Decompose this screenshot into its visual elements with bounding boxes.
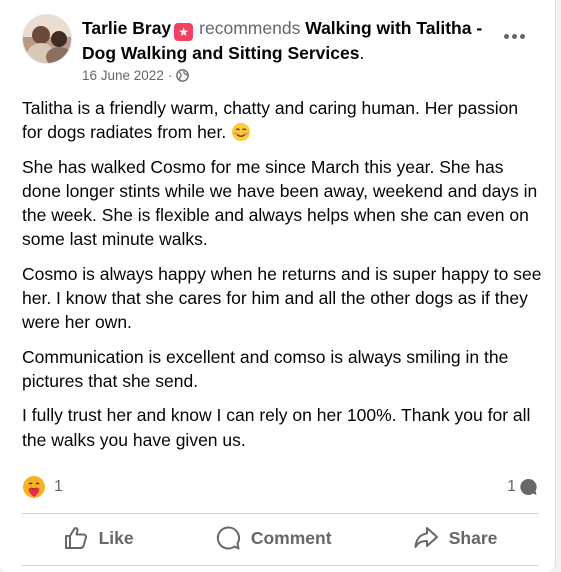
paragraph-1: Talitha is a friendly warm, chatty and c… [22, 98, 519, 143]
reaction-count: 1 [54, 478, 63, 495]
share-label: Share [448, 527, 498, 548]
comment-bubble-icon [520, 478, 537, 495]
author-name[interactable]: Tarlie Bray [82, 18, 171, 38]
post-actions-bar: Like Comment Share [22, 516, 538, 560]
recommendation-post-card: Tarlie Bray ★ recommends Walking with Tali… [0, 0, 556, 572]
paragraph-4: Communication is excellent and comso is … [22, 346, 509, 391]
comment-count: 1 [507, 478, 516, 495]
header-period: . [359, 43, 365, 63]
share-arrow-icon [414, 527, 438, 548]
share-button[interactable]: Share [399, 519, 512, 557]
like-label: Like [98, 527, 134, 548]
bottom-divider [22, 565, 538, 566]
comment-label: Comment [250, 527, 332, 548]
meta-separator: · [167, 68, 173, 83]
paragraph-5: I fully trust her and know I can rely on… [22, 405, 531, 450]
paragraph-3: Cosmo is always happy when he returns an… [22, 263, 542, 333]
paragraph-2: She has walked Cosmo for me since March … [22, 156, 538, 250]
thumbs-up-icon [64, 527, 87, 549]
author-avatar[interactable] [22, 14, 72, 64]
post-meta: 16 June 2022 · [82, 68, 190, 83]
smiling-face-icon [232, 123, 251, 142]
comment-icon [216, 526, 240, 550]
recommends-label: recommends [199, 18, 301, 38]
post-header: Tarlie Bray ★ recommends Walking with Tali… [82, 16, 502, 65]
reactions-row: 1 1 [22, 474, 538, 500]
post-date[interactable]: 16 June 2022 [82, 68, 164, 83]
actions-divider [22, 513, 538, 514]
like-button[interactable]: Like [49, 519, 148, 557]
care-reaction-icon [23, 476, 45, 498]
more-dots-icon[interactable] [500, 24, 528, 48]
comment-button[interactable]: Comment [201, 519, 346, 557]
post-body: Talitha is a friendly warm, chatty and c… [22, 96, 542, 462]
comment-summary[interactable]: 1 [507, 477, 538, 497]
globe-icon [176, 69, 190, 82]
reaction-summary[interactable]: 1 [22, 475, 63, 499]
recommendation-star-icon: ★ [174, 23, 194, 41]
